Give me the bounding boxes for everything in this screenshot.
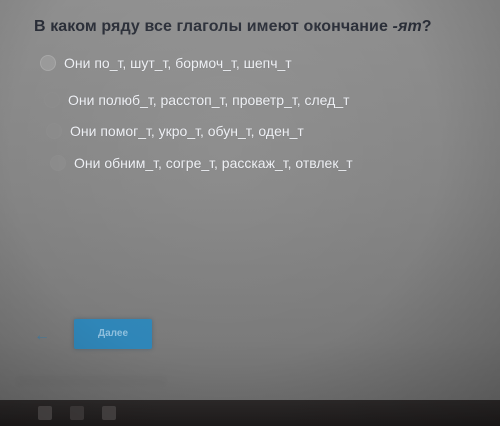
os-taskbar bbox=[0, 400, 500, 426]
radio-button-3[interactable] bbox=[46, 123, 62, 139]
answer-option-2[interactable]: Они полюб_т, расстоп_т, проветр_т, след_… bbox=[44, 92, 350, 108]
answer-option-1-label: Они по_т, шут_т, бормоч_т, шепч_т bbox=[64, 55, 292, 71]
quiz-screen: В каком ряду все глаголы имеют окончание… bbox=[0, 0, 500, 426]
radio-button-4[interactable] bbox=[50, 155, 66, 171]
question-prefix: В каком ряду все глаголы имеют окончание bbox=[34, 18, 393, 35]
answer-option-4-label: Они обним_т, согре_т, расскаж_т, отвлек_… bbox=[74, 155, 353, 171]
taskbar-app-icon[interactable] bbox=[38, 406, 52, 420]
footer-text-blurred bbox=[16, 376, 166, 386]
question-title: В каком ряду все глаголы имеют окончание… bbox=[34, 18, 432, 36]
answer-option-4[interactable]: Они обним_т, согре_т, расскаж_т, отвлек_… bbox=[50, 155, 353, 171]
next-button[interactable]: Далее bbox=[74, 319, 152, 349]
answer-option-2-label: Они полюб_т, расстоп_т, проветр_т, след_… bbox=[68, 92, 350, 108]
answer-option-1[interactable]: Они по_т, шут_т, бормоч_т, шепч_т bbox=[40, 55, 292, 71]
answer-option-3-label: Они помог_т, укро_т, обун_т, оден_т bbox=[70, 123, 304, 139]
question-suffix: ? bbox=[421, 18, 432, 35]
taskbar-app-icon[interactable] bbox=[70, 406, 84, 420]
answer-option-3[interactable]: Они помог_т, укро_т, обун_т, оден_т bbox=[46, 123, 304, 139]
question-ending: -ят bbox=[392, 18, 422, 35]
radio-button-1[interactable] bbox=[40, 55, 56, 71]
back-arrow-icon[interactable]: ← bbox=[34, 327, 50, 345]
radio-button-2[interactable] bbox=[44, 92, 60, 108]
taskbar-app-icon[interactable] bbox=[102, 406, 116, 420]
